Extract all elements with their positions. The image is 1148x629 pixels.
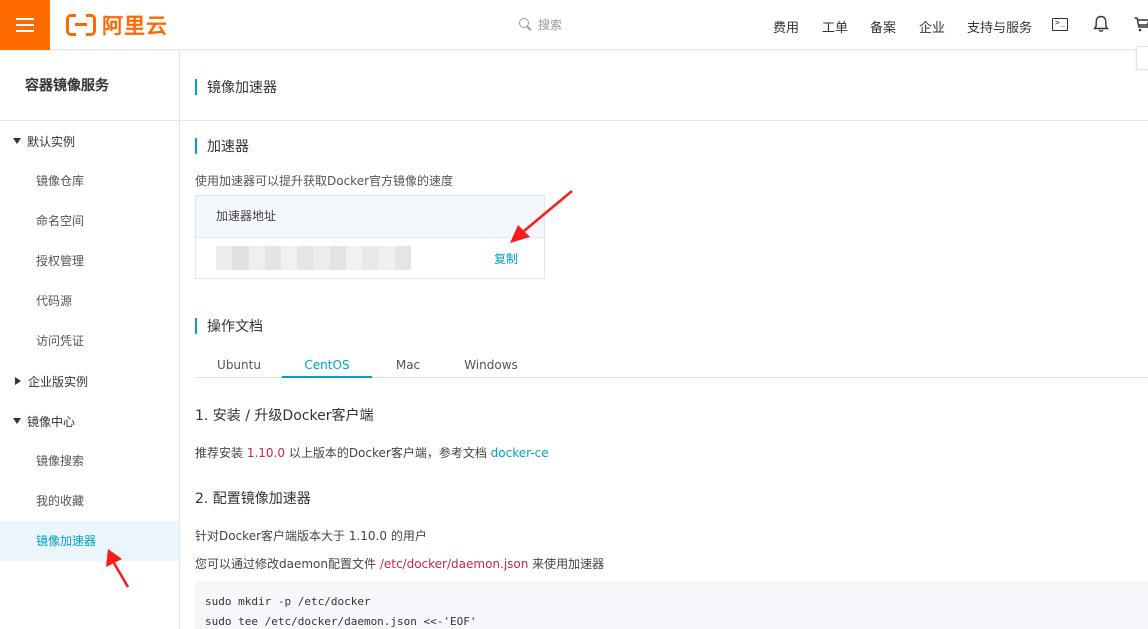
hamburger-menu-button[interactable]: [0, 0, 50, 50]
nav-icp-filing[interactable]: 备案: [870, 17, 896, 36]
tab-ubuntu[interactable]: Ubuntu: [195, 354, 283, 378]
global-search[interactable]: 搜索: [519, 16, 562, 33]
section-title-text: 加速器: [207, 139, 249, 155]
code-line: sudo tee /etc/docker/daemon.json <<-'EOF…: [205, 615, 477, 628]
search-placeholder: 搜索: [538, 18, 563, 32]
tab-mac[interactable]: Mac: [372, 354, 444, 378]
page-title: 镜像加速器: [195, 77, 277, 97]
accelerator-url-redacted[interactable]: [216, 246, 411, 270]
sidebar-group-label: 默认实例: [27, 134, 76, 149]
docs-section-title: 操作文档: [195, 316, 263, 336]
sidebar-item-image-search[interactable]: 镜像搜索: [0, 441, 179, 481]
title-accent-bar: [195, 318, 197, 334]
sidebar-item-access-credentials[interactable]: 访问凭证: [0, 321, 179, 361]
section-title-text: 操作文档: [207, 319, 263, 335]
step1-title: 1. 安装 / 升级Docker客户端: [195, 408, 374, 424]
step2-line2-after: 来使用加速器: [528, 557, 605, 571]
sidebar-group-label: 企业版实例: [28, 374, 89, 389]
caret-down-icon: [13, 418, 21, 424]
bell-icon[interactable]: [1093, 15, 1113, 35]
terminal-icon[interactable]: >_: [1052, 15, 1072, 35]
accelerator-section-title: 加速器: [195, 136, 249, 156]
nav-tickets[interactable]: 工单: [822, 17, 848, 36]
sidebar: 容器镜像服务 默认实例 镜像仓库 命名空间 授权管理 代码源 访问凭证 企业版实…: [0, 51, 180, 629]
sidebar-item-image-accelerator[interactable]: 镜像加速器: [0, 521, 179, 561]
title-accent-bar: [195, 79, 197, 95]
aliyun-logo-icon: [66, 14, 96, 36]
sidebar-group-label: 镜像中心: [27, 414, 76, 429]
accelerator-address-row: 复制: [196, 238, 544, 278]
search-icon: [519, 18, 532, 31]
sidebar-item-code-source[interactable]: 代码源: [0, 281, 179, 321]
hamburger-icon-line: [16, 30, 34, 32]
top-bar: 阿里云 搜索 费用 工单 备案 企业 支持与服务 >_: [0, 0, 1148, 50]
sidebar-item-repositories[interactable]: 镜像仓库: [0, 161, 179, 201]
sidebar-item-authorization[interactable]: 授权管理: [0, 241, 179, 281]
cart-icon[interactable]: [1134, 15, 1148, 35]
step1-text-before: 推荐安装: [195, 446, 247, 460]
sidebar-group-enterprise-instance[interactable]: 企业版实例: [0, 361, 179, 401]
sidebar-item-favorites[interactable]: 我的收藏: [0, 481, 179, 521]
sidebar-group-default-instance[interactable]: 默认实例: [0, 121, 179, 161]
code-block[interactable]: sudo mkdir -p /etc/docker sudo tee /etc/…: [195, 581, 1148, 629]
step1-version: 1.10.0: [246, 446, 285, 460]
accelerator-description: 使用加速器可以提升获取Docker官方镜像的速度: [195, 174, 454, 188]
step2-line2-before: 您可以通过修改daemon配置文件: [195, 557, 380, 571]
sidebar-title: 容器镜像服务: [0, 51, 179, 121]
caret-right-icon: [15, 377, 21, 385]
hamburger-icon-line: [16, 24, 34, 26]
step2-line1: 针对Docker客户端版本大于 1.10.0 的用户: [195, 529, 427, 543]
daemon-json-path: /etc/docker/daemon.json: [379, 557, 529, 571]
aliyun-logo[interactable]: 阿里云: [66, 12, 168, 38]
os-tabs: Ubuntu CentOS Mac Windows: [195, 354, 1148, 378]
main-content: 镜像加速器 加速器 使用加速器可以提升获取Docker官方镜像的速度 加速器地址…: [181, 51, 1148, 629]
nav-enterprise[interactable]: 企业: [919, 17, 945, 36]
sidebar-group-image-center[interactable]: 镜像中心: [0, 401, 179, 441]
hamburger-icon-line: [16, 18, 34, 20]
nav-support[interactable]: 支持与服务: [967, 17, 1032, 36]
copy-button[interactable]: 复制: [494, 250, 518, 267]
logo-text: 阿里云: [102, 14, 168, 38]
accelerator-address-header: 加速器地址: [196, 196, 544, 238]
step2-title: 2. 配置镜像加速器: [195, 491, 311, 507]
sidebar-item-namespaces[interactable]: 命名空间: [0, 201, 179, 241]
tab-windows[interactable]: Windows: [450, 354, 532, 378]
step1-text: 推荐安装 1.10.0 以上版本的Docker客户端，参考文档 docker-c…: [195, 444, 549, 461]
title-accent-bar: [195, 138, 197, 154]
step2-line2: 您可以通过修改daemon配置文件 /etc/docker/daemon.jso…: [195, 555, 604, 572]
accelerator-address-box: 加速器地址 复制: [195, 195, 545, 279]
nav-fees[interactable]: 费用: [773, 17, 799, 36]
docker-ce-link[interactable]: docker-ce: [491, 446, 549, 460]
tab-centos[interactable]: CentOS: [282, 354, 372, 378]
step1-text-after: 以上版本的Docker客户端，参考文档: [285, 446, 491, 460]
page-header: 镜像加速器: [181, 51, 1148, 121]
code-line: sudo mkdir -p /etc/docker: [205, 595, 371, 608]
caret-down-icon: [13, 138, 21, 144]
page-title-text: 镜像加速器: [207, 80, 277, 96]
